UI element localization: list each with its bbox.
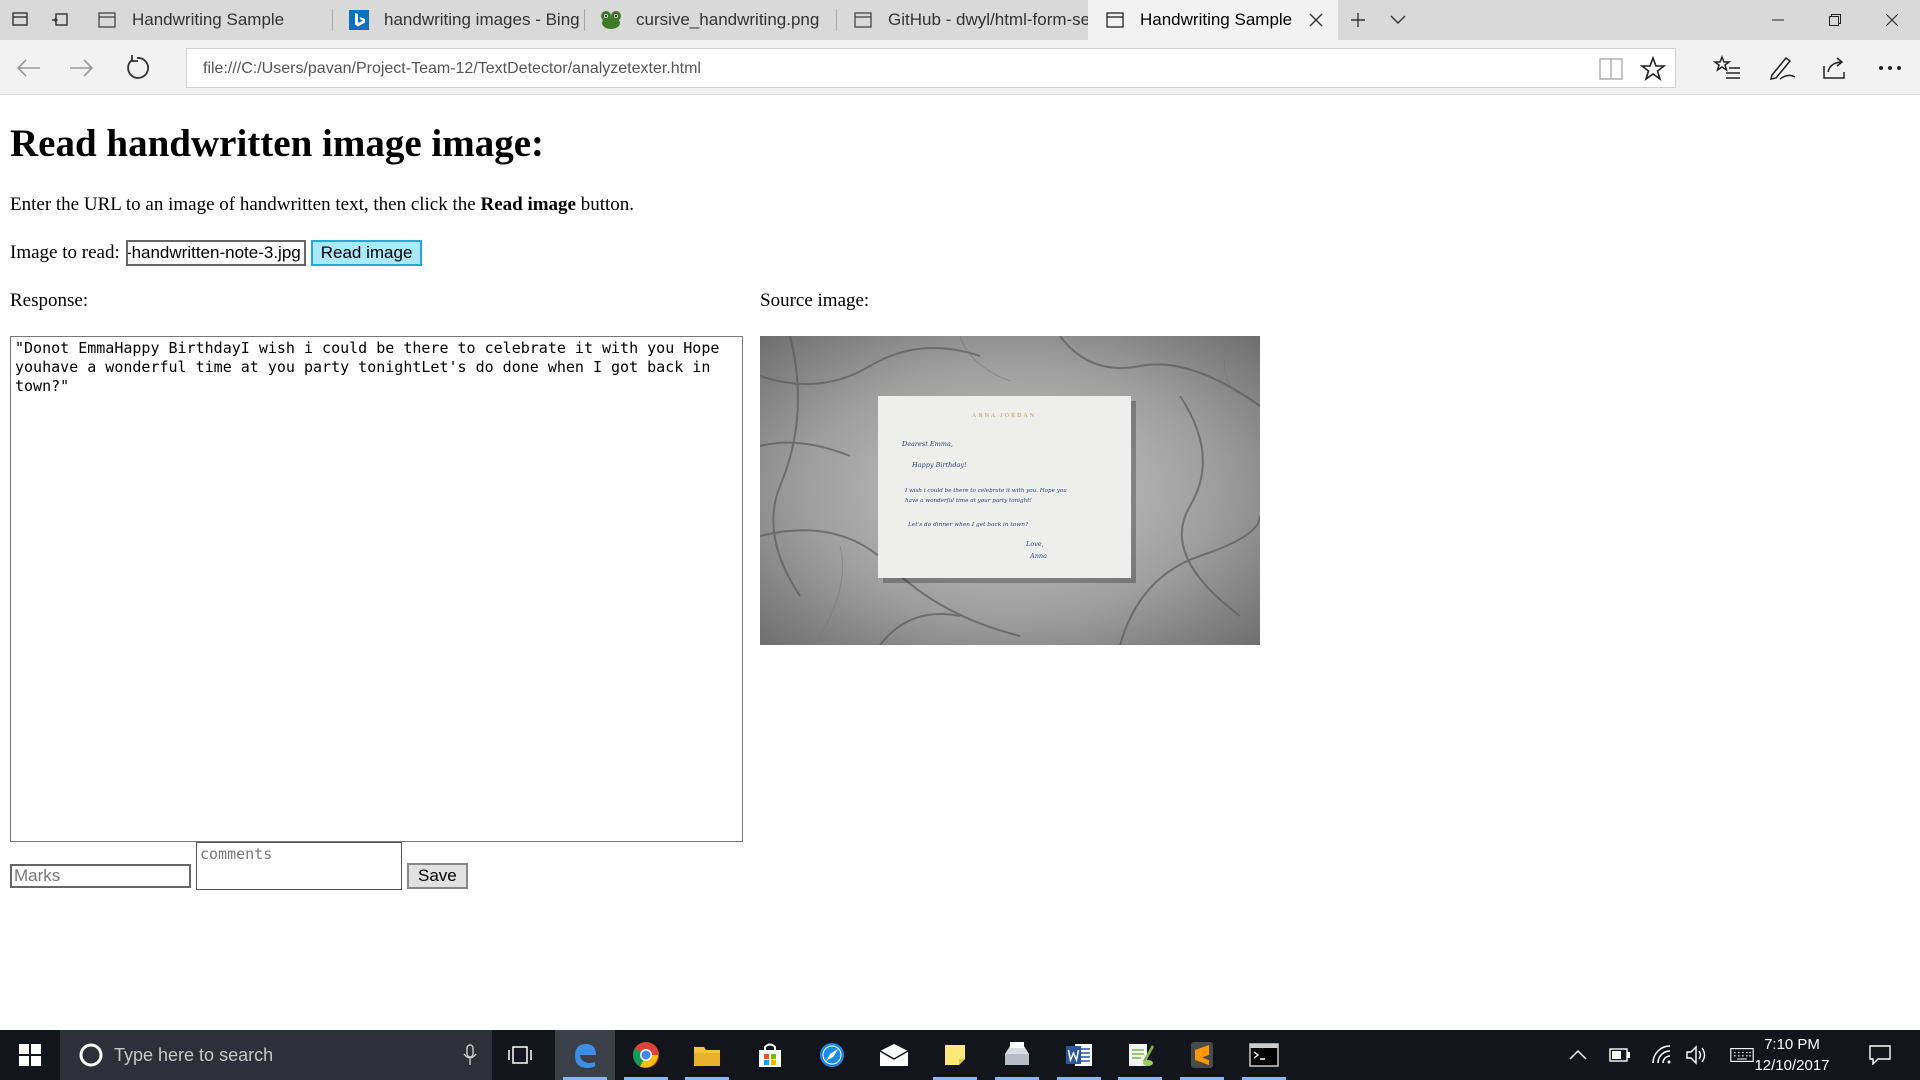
volume-icon[interactable] <box>1685 1043 1709 1067</box>
bing-icon <box>348 9 370 31</box>
address-url: file:///C:/Users/pavan/Project-Team-12/T… <box>203 60 701 77</box>
page-content: Read handwritten image image: Enter the … <box>0 96 1920 1030</box>
image-url-value: -handwritten-note-3.jpg <box>125 243 301 262</box>
restore-icon[interactable] <box>1806 0 1863 40</box>
windows-start-icon[interactable] <box>0 1030 60 1080</box>
save-button[interactable]: Save <box>407 863 468 889</box>
clock-time: 7:10 PM <box>1764 1036 1820 1053</box>
note-line: have a wonderful time at your party toni… <box>905 498 1032 504</box>
tab-title: handwriting images - Bing i <box>384 10 584 29</box>
marks-input[interactable]: Marks <box>10 864 191 888</box>
tab-strip: Handwriting Sample handwriting images - … <box>0 0 1920 40</box>
frog-icon <box>600 9 622 31</box>
close-tab-icon[interactable] <box>1306 10 1326 30</box>
clock-date: 12/10/2017 <box>1754 1057 1830 1074</box>
file-explorer-icon[interactable] <box>677 1030 737 1080</box>
scanner-app-icon[interactable] <box>987 1030 1047 1080</box>
note-line: Anna <box>1029 552 1047 560</box>
word-icon[interactable] <box>1049 1030 1109 1080</box>
page-icon <box>1104 9 1126 31</box>
tab-bing-images[interactable]: handwriting images - Bing i <box>332 0 584 40</box>
battery-icon[interactable] <box>1608 1043 1632 1067</box>
new-tab-icon[interactable] <box>1338 0 1378 40</box>
comments-textarea[interactable]: comments <box>196 842 402 890</box>
image-url-input[interactable]: -handwritten-note-3.jpg <box>125 240 306 266</box>
read-image-row: Image to read: -handwritten-note-3.jpg R… <box>10 240 423 266</box>
sticky-notes-icon[interactable] <box>925 1030 985 1080</box>
tab-handwriting-sample-1[interactable]: Handwriting Sample <box>80 0 332 40</box>
tab-manager-icon[interactable] <box>0 0 40 40</box>
back-arrow-icon[interactable] <box>10 50 46 86</box>
instructions: Enter the URL to an image of handwritten… <box>10 194 634 216</box>
more-options-icon[interactable] <box>1872 50 1908 86</box>
tab-title: Handwriting Sample <box>132 10 285 29</box>
show-hidden-icons-chevron-icon[interactable] <box>1566 1043 1590 1067</box>
tab-handwriting-sample-active[interactable]: Handwriting Sample <box>1088 0 1338 40</box>
page-icon <box>96 9 118 31</box>
note-line: Happy Birthday! <box>911 461 967 469</box>
favorite-star-icon[interactable] <box>1639 55 1667 83</box>
tab-title: cursive_handwriting.png <box>636 10 820 29</box>
cortana-icon <box>68 1030 114 1080</box>
note-line: I wish i could be there to celebrate it … <box>904 488 1067 494</box>
tab-preview-chevron-icon[interactable] <box>1378 0 1418 40</box>
reading-view-icon[interactable] <box>1597 55 1625 83</box>
taskbar-search-placeholder: Type here to search <box>114 1044 274 1065</box>
note-line: Let's do dinner when I get back in town? <box>907 522 1029 528</box>
share-icon[interactable] <box>1817 50 1853 86</box>
taskbar-clock[interactable]: 7:10 PM 12/10/2017 <box>1752 1034 1832 1076</box>
navigation-bar: file:///C:/Users/pavan/Project-Team-12/T… <box>0 40 1920 95</box>
safari-compass-icon[interactable] <box>802 1030 862 1080</box>
instructions-text-end: button. <box>575 194 635 215</box>
touch-keyboard-icon[interactable] <box>1730 1043 1754 1067</box>
sublime-text-icon[interactable] <box>1172 1030 1232 1080</box>
page-title: Read handwritten image image: <box>10 122 545 165</box>
forward-arrow-icon[interactable] <box>64 50 100 86</box>
response-label: Response: <box>10 290 89 311</box>
page-icon <box>852 9 874 31</box>
refresh-icon[interactable] <box>119 50 155 86</box>
favorites-hub-icon[interactable] <box>1709 50 1745 86</box>
note-line: Dearest Emma, <box>901 440 953 448</box>
response-textarea[interactable]: "Donot EmmaHappy BirthdayI wish i could … <box>10 336 743 842</box>
tab-github[interactable]: GitHub - dwyl/html-form-se <box>836 0 1088 40</box>
address-bar[interactable]: file:///C:/Users/pavan/Project-Team-12/T… <box>186 48 1676 88</box>
source-image: ANNA JORDAN Dearest Emma, Happy Birthday… <box>760 336 1260 645</box>
chrome-icon[interactable] <box>616 1030 676 1080</box>
tab-cursive-handwriting[interactable]: cursive_handwriting.png <box>584 0 836 40</box>
taskbar: Type here to search 7:10 PM 12/10/2017 <box>0 1030 1920 1080</box>
instructions-bold: Read image <box>480 194 576 215</box>
store-icon[interactable] <box>740 1030 800 1080</box>
instructions-text: Enter the URL to an image of handwritten… <box>10 194 481 215</box>
marks-placeholder: Marks <box>14 866 61 885</box>
set-tabs-aside-icon[interactable] <box>40 0 80 40</box>
image-url-label: Image to read: <box>10 242 120 263</box>
comments-placeholder: comments <box>200 845 273 863</box>
notepad-plus-icon[interactable] <box>1110 1030 1170 1080</box>
minimize-icon[interactable] <box>1749 0 1806 40</box>
action-center-icon[interactable] <box>1868 1043 1892 1067</box>
mail-icon[interactable] <box>864 1030 924 1080</box>
tab-title: GitHub - dwyl/html-form-se <box>888 10 1088 29</box>
close-window-icon[interactable] <box>1863 0 1920 40</box>
command-prompt-icon[interactable] <box>1234 1030 1294 1080</box>
tab-title: Handwriting Sample <box>1140 10 1293 29</box>
web-note-pen-icon[interactable] <box>1764 50 1800 86</box>
wifi-icon[interactable] <box>1650 1043 1674 1067</box>
note-line: Love, <box>1025 540 1044 548</box>
read-image-button[interactable]: Read image <box>310 240 423 266</box>
note-letterhead: ANNA JORDAN <box>972 413 1036 419</box>
microphone-icon[interactable] <box>458 1043 482 1067</box>
edge-browser-icon[interactable] <box>555 1030 615 1080</box>
task-view-icon[interactable] <box>490 1030 550 1080</box>
taskbar-search-box[interactable]: Type here to search <box>60 1030 492 1080</box>
source-image-label: Source image: <box>760 290 870 311</box>
